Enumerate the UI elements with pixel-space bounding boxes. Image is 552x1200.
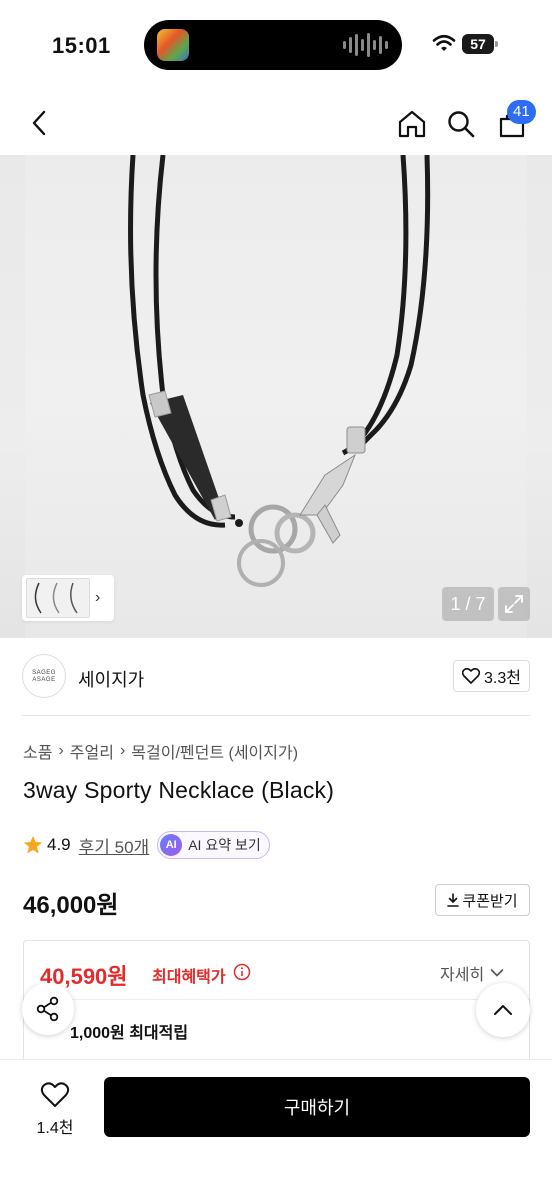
share-icon xyxy=(36,996,59,1022)
chevron-right-icon: › xyxy=(95,589,101,606)
breadcrumb-item[interactable]: 목걸이/펜던트 (세이지가) xyxy=(131,739,298,763)
points-text: 1,000원 최대적립 xyxy=(70,1025,189,1042)
brand-row: SAGEG ASAGE 세이지가 3.3천 xyxy=(22,640,530,716)
coupon-label: 쿠폰받기 xyxy=(462,892,518,910)
battery-icon: 57 xyxy=(462,34,498,54)
brand-like-button[interactable]: 3.3천 xyxy=(453,660,530,692)
search-icon xyxy=(448,111,475,138)
expand-button[interactable] xyxy=(498,587,530,621)
scroll-top-button[interactable] xyxy=(476,983,530,1037)
audio-wave-icon xyxy=(343,32,388,58)
buy-button[interactable]: 구매하기 xyxy=(104,1077,530,1137)
chevron-right-icon: › xyxy=(119,742,126,759)
product-price: 46,000원 xyxy=(23,892,119,919)
breadcrumb-item[interactable]: 주얼리 xyxy=(70,739,114,763)
battery-level: 57 xyxy=(462,34,494,54)
detail-label: 자세히 xyxy=(440,967,485,984)
brand-name[interactable]: 세이지가 xyxy=(78,666,144,692)
ai-icon: AI xyxy=(160,834,183,856)
download-icon xyxy=(447,893,460,907)
wifi-icon xyxy=(432,34,456,51)
home-icon xyxy=(398,110,426,138)
detail-toggle[interactable]: 자세히 xyxy=(440,961,504,985)
dynamic-island[interactable] xyxy=(144,20,402,70)
rating-row: 4.9 후기 50개 AI AI 요약 보기 xyxy=(23,830,270,860)
thumbnail-strip[interactable]: › xyxy=(22,575,114,621)
necklace-illustration xyxy=(128,155,431,587)
search-button[interactable] xyxy=(441,104,481,144)
expand-icon xyxy=(505,595,523,613)
ai-summary-label: AI 요약 보기 xyxy=(188,837,261,853)
star-icon xyxy=(24,836,42,854)
benefit-box: 40,590원 최대혜택가 자세히 1,000원 최대적립 xyxy=(23,940,530,1070)
ai-summary-button[interactable]: AI AI 요약 보기 xyxy=(157,831,270,859)
chevron-up-icon xyxy=(494,1005,512,1015)
brand-logo-text-1: SAGEG xyxy=(32,670,56,676)
now-playing-thumbnail xyxy=(157,29,189,61)
share-button[interactable] xyxy=(22,983,74,1035)
breadcrumb: 소품 › 주얼리 › 목걸이/펜던트 (세이지가) xyxy=(23,739,298,763)
rating-value: 4.9 xyxy=(47,835,71,854)
back-button[interactable] xyxy=(20,104,58,142)
chevron-down-icon xyxy=(490,969,504,977)
thumbnail-image[interactable] xyxy=(26,578,90,618)
heart-icon xyxy=(462,668,481,684)
wishlist-count: 1.4천 xyxy=(36,1120,74,1137)
brand-logo-text-2: ASAGE xyxy=(32,677,56,683)
coupon-button[interactable]: 쿠폰받기 xyxy=(435,884,530,916)
home-button[interactable] xyxy=(392,104,432,144)
product-image-gallery[interactable] xyxy=(0,155,552,638)
chevron-right-icon: › xyxy=(58,742,64,759)
brand-like-count: 3.3천 xyxy=(484,670,521,687)
breadcrumb-item[interactable]: 소품 xyxy=(23,739,52,763)
product-title: 3way Sporty Necklace (Black) xyxy=(23,777,335,803)
wishlist-button[interactable]: 1.4천 xyxy=(22,1078,88,1142)
status-time: 15:01 xyxy=(52,33,111,58)
status-bar: 15:01 57 xyxy=(0,0,552,92)
review-link[interactable]: 후기 50개 xyxy=(79,833,150,858)
brand-logo[interactable]: SAGEG ASAGE xyxy=(22,654,66,698)
cart-count-badge: 41 xyxy=(507,100,536,124)
nav-header xyxy=(0,92,552,154)
image-page-counter: 1 / 7 xyxy=(442,587,494,621)
best-price-label: 최대혜택가 xyxy=(152,969,226,986)
heart-icon xyxy=(40,1082,70,1107)
product-image xyxy=(25,155,527,638)
divider xyxy=(24,999,529,1000)
info-icon[interactable] xyxy=(233,963,251,981)
back-icon xyxy=(32,110,46,136)
bottom-action-bar: 1.4천 구매하기 xyxy=(0,1059,552,1200)
